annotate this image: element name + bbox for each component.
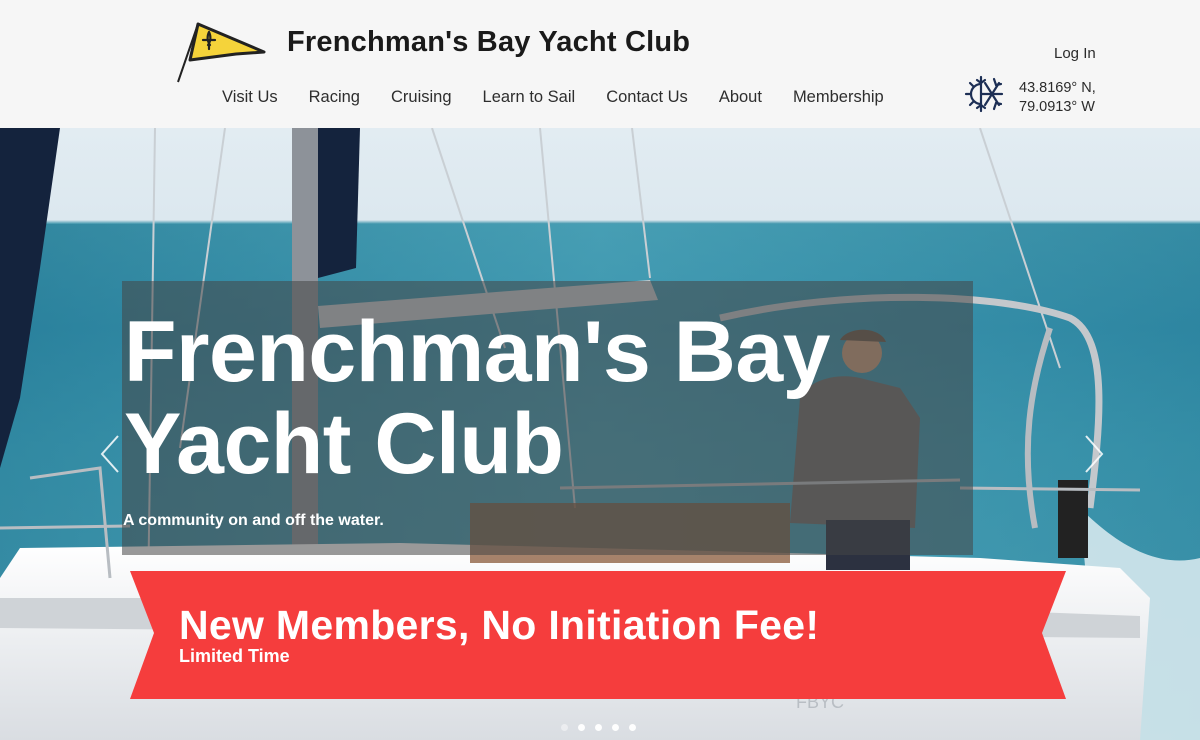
nav-item-contact-us[interactable]: Contact Us — [606, 88, 688, 107]
main-nav: Visit Us Racing Cruising Learn to Sail C… — [222, 88, 915, 107]
burgee-logo-icon[interactable] — [176, 20, 268, 86]
slide-dot-2[interactable] — [578, 724, 585, 731]
nav-item-cruising[interactable]: Cruising — [391, 88, 452, 107]
hero-title-line-2: Yacht Club — [124, 396, 564, 492]
slide-dot-5[interactable] — [629, 724, 636, 731]
latitude: 43.8169° N, — [1019, 80, 1096, 96]
login-link[interactable]: Log In — [1054, 45, 1096, 62]
sun-snowflake-icon — [964, 75, 1004, 113]
slide-next-arrow-icon[interactable] — [1082, 432, 1106, 476]
nav-item-about[interactable]: About — [719, 88, 762, 107]
hero-title: Frenchman's Bay Yacht Club — [124, 306, 964, 490]
nav-item-membership[interactable]: Membership — [793, 88, 884, 107]
hero-slideshow: FBYC Frenchman's Bay Yacht Club A commun… — [0, 128, 1200, 740]
nav-item-learn-to-sail[interactable]: Learn to Sail — [483, 88, 576, 107]
nav-item-visit-us[interactable]: Visit Us — [222, 88, 278, 107]
slide-dot-4[interactable] — [612, 724, 619, 731]
hero-subtitle: A community on and off the water. — [123, 512, 384, 529]
slide-dot-3[interactable] — [595, 724, 602, 731]
promo-title[interactable]: New Members, No Initiation Fee! — [179, 602, 819, 649]
coordinates: 43.8169° N, 79.0913° W — [1019, 79, 1096, 117]
nav-item-racing[interactable]: Racing — [309, 88, 360, 107]
site-title[interactable]: Frenchman's Bay Yacht Club — [287, 26, 690, 59]
slide-prev-arrow-icon[interactable] — [98, 432, 122, 476]
site-header: Frenchman's Bay Yacht Club Log In Visit … — [0, 0, 1200, 128]
promo-subtitle: Limited Time — [179, 646, 290, 666]
hero-title-line-1: Frenchman's Bay — [124, 304, 831, 400]
slide-indicator — [561, 724, 636, 731]
longitude: 79.0913° W — [1019, 99, 1095, 115]
slide-dot-1[interactable] — [561, 724, 568, 731]
